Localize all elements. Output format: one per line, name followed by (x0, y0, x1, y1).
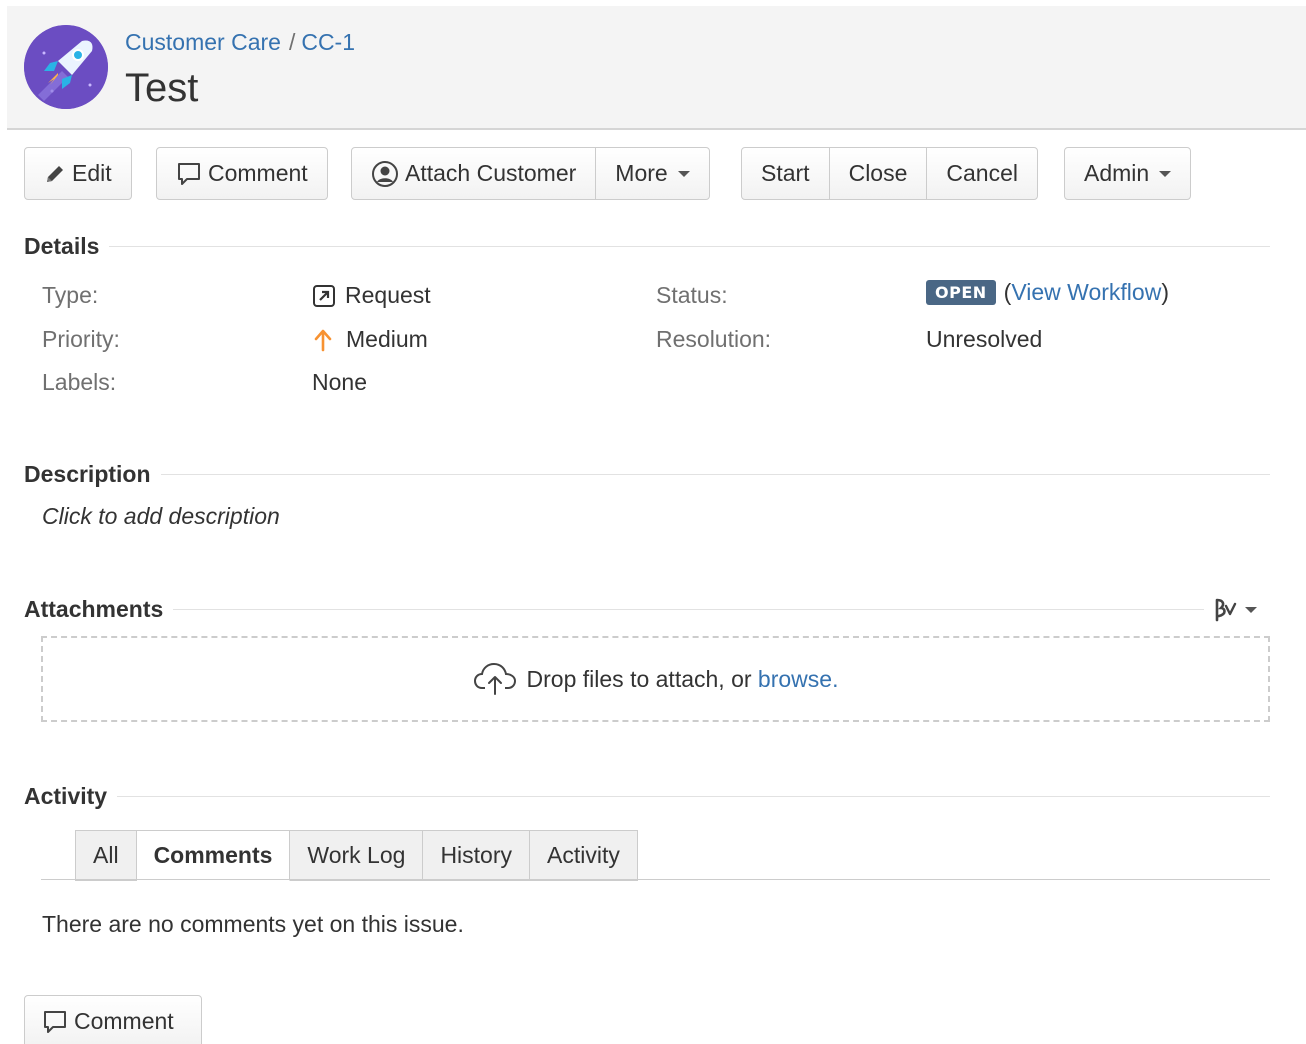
attachments-heading[interactable]: Attachments (24, 595, 1204, 622)
chevron-down-icon (1245, 607, 1257, 613)
issue-header: Customer Care / CC-1 Test (7, 6, 1306, 130)
divider (160, 473, 1270, 475)
start-button[interactable]: Start (742, 148, 829, 199)
comment-button[interactable]: Comment (157, 148, 327, 199)
activity-tabs: All Comments Work Log History Activity (75, 830, 638, 881)
admin-dropdown-button[interactable]: Admin (1065, 148, 1190, 199)
request-type-icon (312, 284, 336, 308)
more-button-label: More (615, 160, 668, 186)
add-comment-button[interactable]: Comment (24, 995, 202, 1044)
resolution-value: Unresolved (926, 326, 1043, 352)
cloud-upload-icon (473, 662, 517, 696)
priority-label: Priority: (42, 326, 120, 352)
cancel-button[interactable]: Cancel (926, 148, 1037, 199)
page-title[interactable]: Test (125, 66, 198, 111)
start-button-label: Start (761, 160, 810, 186)
priority-value: Medium (312, 326, 428, 353)
breadcrumb-issue-key-link[interactable]: CC-1 (301, 29, 355, 55)
view-workflow-link[interactable]: View Workflow (1011, 279, 1161, 306)
cancel-button-label: Cancel (946, 160, 1018, 186)
priority-medium-arrow-icon (312, 328, 334, 352)
comment-icon (42, 1009, 68, 1035)
empty-comments-message: There are no comments yet on this issue. (42, 911, 464, 937)
tab-history[interactable]: History (423, 830, 530, 881)
admin-button-label: Admin (1084, 160, 1150, 186)
type-value-text: Request (345, 282, 431, 308)
type-label: Type: (42, 282, 99, 308)
comment-icon (176, 161, 202, 187)
edit-button-label: Edit (72, 160, 112, 186)
details-heading[interactable]: Details (24, 232, 1270, 259)
tab-work-log[interactable]: Work Log (290, 830, 424, 881)
rocket-icon (24, 25, 108, 109)
attachment-sort-icon (1211, 596, 1239, 624)
attachment-dropzone[interactable]: Drop files to attach, or browse. (41, 636, 1270, 722)
activity-heading-label: Activity (24, 782, 108, 809)
details-heading-label: Details (24, 232, 100, 259)
description-field[interactable]: Click to add description (42, 503, 280, 530)
tab-all[interactable]: All (75, 830, 137, 881)
customer-group: Attach Customer More (351, 147, 710, 200)
close-button-label: Close (848, 160, 908, 186)
divider (41, 879, 1270, 880)
comment-button-label: Comment (208, 160, 308, 186)
edit-button[interactable]: Edit (25, 148, 131, 199)
chevron-down-icon (677, 170, 690, 177)
add-comment-button-label: Comment (74, 1008, 174, 1034)
admin-group: Admin (1064, 147, 1192, 200)
description-heading-label: Description (24, 460, 151, 487)
divider (117, 795, 1270, 797)
chevron-down-icon (1159, 170, 1172, 177)
divider (109, 245, 1270, 247)
attachments-heading-label: Attachments (24, 595, 164, 622)
activity-heading[interactable]: Activity (24, 782, 1270, 809)
labels-value[interactable]: None (312, 369, 367, 396)
description-heading[interactable]: Description (24, 460, 1270, 487)
divider (173, 608, 1204, 610)
attach-customer-button-label: Attach Customer (405, 160, 577, 186)
breadcrumb-project-link[interactable]: Customer Care (125, 29, 281, 55)
tab-comments[interactable]: Comments (136, 830, 291, 881)
status-value: OPEN (View Workflow) (926, 279, 1169, 306)
dropzone-text: Drop files to attach, or (526, 665, 752, 692)
pencil-icon (44, 163, 66, 185)
comment-group: Comment (156, 147, 328, 200)
user-circle-icon (371, 160, 399, 188)
breadcrumb-separator: / (288, 29, 296, 55)
close-button[interactable]: Close (828, 148, 927, 199)
view-workflow-paren-open: ( (1003, 279, 1012, 305)
workflow-group: Start Close Cancel (741, 147, 1038, 200)
breadcrumb: Customer Care / CC-1 (125, 29, 355, 56)
status-label: Status: (656, 282, 728, 308)
attach-customer-button[interactable]: Attach Customer (352, 148, 595, 199)
edit-group: Edit (24, 147, 132, 200)
more-dropdown-button[interactable]: More (595, 148, 708, 199)
attachment-options-dropdown[interactable] (1211, 596, 1257, 624)
type-value: Request (312, 282, 431, 309)
project-avatar[interactable] (24, 25, 108, 109)
browse-link[interactable]: browse. (758, 666, 839, 693)
status-badge: OPEN (926, 280, 996, 305)
priority-value-text: Medium (346, 326, 428, 352)
tab-activity[interactable]: Activity (530, 830, 638, 881)
labels-label: Labels: (42, 369, 117, 395)
resolution-label: Resolution: (656, 326, 772, 352)
view-workflow-paren-close: ) (1161, 279, 1169, 305)
